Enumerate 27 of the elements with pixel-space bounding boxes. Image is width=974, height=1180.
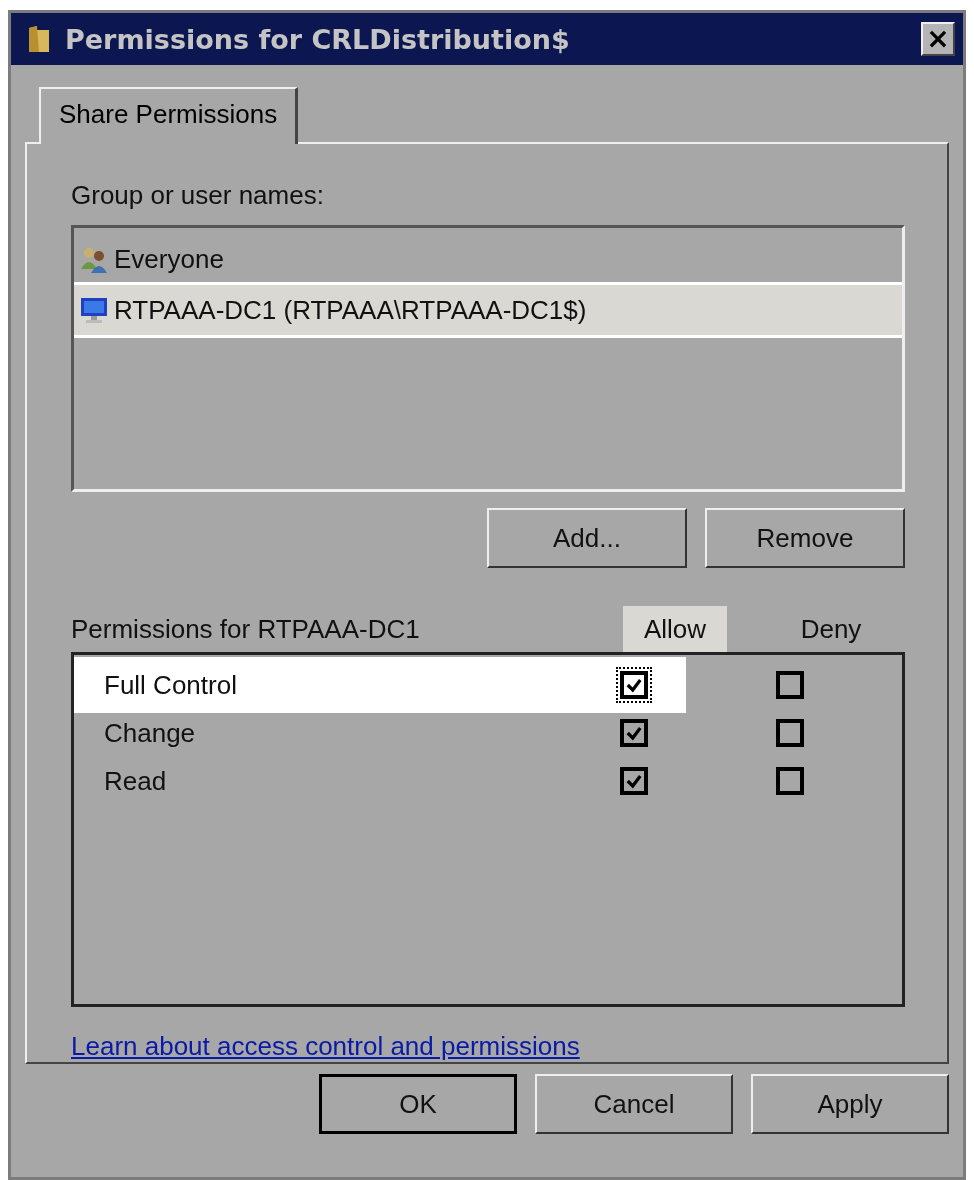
computer-icon [80,296,108,324]
permissions-label: Permissions for RTPAAA-DC1 [71,613,421,645]
close-button[interactable]: × [921,22,955,56]
column-header: Allow [623,606,727,652]
dialog-button[interactable]: Cancel [535,1074,733,1134]
permission-name: Read [104,765,168,797]
deny-checkbox[interactable] [776,767,804,795]
tab[interactable]: Share Permissions [39,87,299,144]
user-item[interactable]: Everyone [74,236,902,282]
permission-row[interactable]: Read [74,757,686,805]
dialog-button[interactable]: Apply [751,1074,949,1134]
allow-checkbox[interactable] [616,667,652,703]
permission-name: Full Control [104,669,238,701]
help-link[interactable]: Learn about access control and permissions [71,1031,580,1062]
users-icon [80,245,108,273]
group-list-label: Group or user names: [71,180,325,211]
folder-icon [27,24,51,54]
window-title: Permissions for CRLDistribution$ [65,23,571,55]
deny-checkbox[interactable] [776,719,804,747]
permission-row[interactable]: Full Control [74,657,686,713]
dialog-button[interactable]: OK [319,1074,517,1134]
dialog-button[interactable]: Add... [487,508,687,568]
column-header: Deny [799,613,863,646]
deny-checkbox[interactable] [776,671,804,699]
dialog-button[interactable]: Remove [705,508,905,568]
user-item[interactable]: RTPAAA-DC1 (RTPAAA\RTPAAA-DC1$) [74,282,902,338]
permission-name: Change [104,717,197,749]
